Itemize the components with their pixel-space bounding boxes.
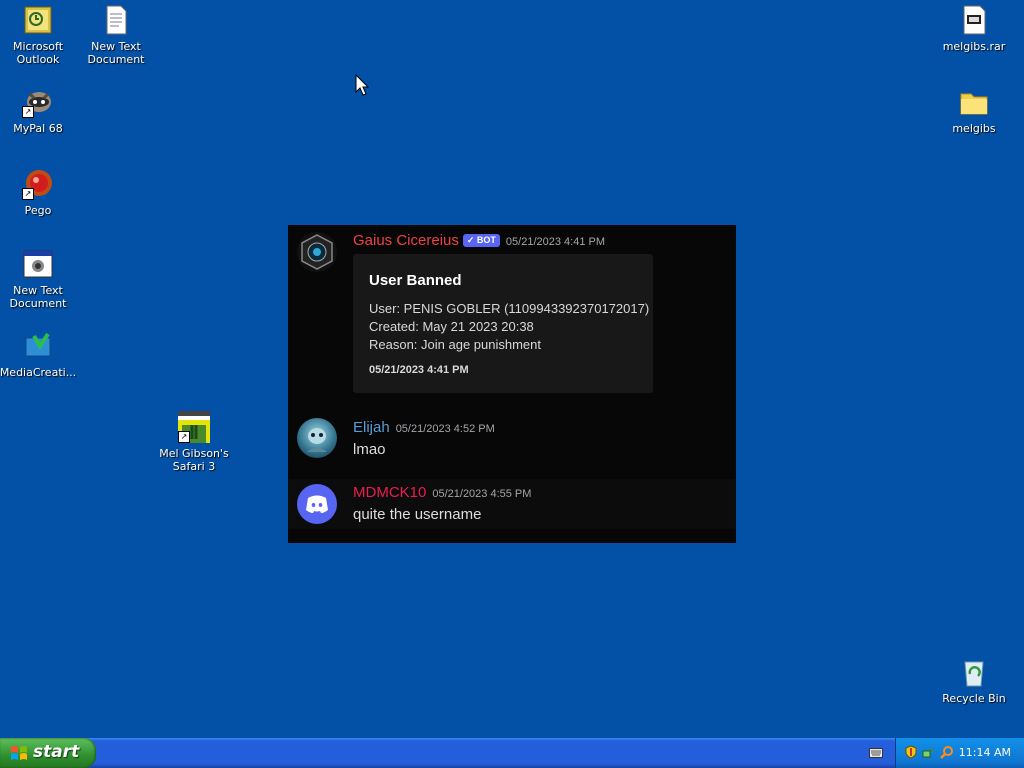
message-header: MDMCK10 05/21/2023 4:55 PM [353,484,531,502]
desktop-icon-recycle-bin[interactable]: Recycle Bin [934,656,1014,705]
mypal-browser-icon: ↗ [22,86,54,118]
desktop-icon-media-creation[interactable]: MediaCreati... [0,330,78,379]
desktop-icon-new-text-document[interactable]: New Text Document [76,4,156,66]
timestamp: 05/21/2023 4:52 PM [395,423,495,435]
desktop-icon-label: MyPal 68 [13,122,63,135]
chat-message: MDMCK10 05/21/2023 4:55 PM quite the user… [288,479,736,529]
system-tray: 11:14 AM [895,738,1024,768]
message-text: quite the username [353,506,482,523]
shortcut-arrow-icon: ↗ [22,188,34,200]
rar-archive-icon [958,4,990,36]
embed-reason-line: Reason: Join age punishment [369,337,542,352]
desktop-icon-pego[interactable]: ↗ Pego [0,168,78,217]
desktop-icon-label: Recycle Bin [942,692,1006,705]
keyboard-icon[interactable] [869,748,883,758]
desktop-icon-label: melgibs.rar [942,40,1006,53]
desktop-icon-label: Mel Gibson's Safari 3 [159,447,229,473]
clock[interactable]: 11:14 AM [959,746,1011,759]
username[interactable]: MDMCK10 [353,484,426,501]
security-shield-icon[interactable] [904,745,918,759]
desktop-icon-mypal[interactable]: ↗ MyPal 68 [0,86,78,135]
start-label: start [33,742,80,762]
chat-message: Elijah 05/21/2023 4:52 PM lmao [288,415,736,465]
recycle-bin-icon [958,656,990,688]
embed-card: User Banned User: PENIS GOBLER (11099433… [353,254,653,393]
desktop-icon-label: MediaCreati... [0,366,77,379]
network-icon[interactable] [922,745,936,759]
game-shortcut-icon: ↗ [178,411,210,443]
media-creation-tool-icon [22,330,54,362]
username[interactable]: Gaius Cicereius [353,232,459,249]
folder-icon [958,86,990,118]
character-avatar-icon [307,428,327,452]
embed-footer-timestamp: 05/21/2023 4:41 PM [369,364,469,376]
shortcut-arrow-icon: ↗ [178,431,190,443]
mouse-cursor-icon [355,74,369,96]
search-magnifier-icon[interactable] [940,745,954,759]
desktop-icon-melgibs-rar[interactable]: melgibs.rar [934,4,1014,53]
shortcut-arrow-icon: ↗ [22,106,34,118]
chat-message: Gaius Cicereius ✓ BOT 05/21/2023 4:41 PM U… [288,225,736,405]
desktop-icon-label: New Text Document [9,284,67,310]
windows-logo-icon [11,746,27,760]
program-window-icon [22,248,54,280]
bot-badge: ✓ BOT [462,234,500,247]
username[interactable]: Elijah [353,419,390,436]
avatar [297,484,337,524]
avatar [297,232,337,272]
embed-title: User Banned [369,272,462,289]
start-button[interactable]: start [0,738,96,768]
desktop-icon-new-text-document-2[interactable]: New Text Document [0,248,78,310]
discord-logo-icon [306,495,328,513]
desktop-icon-label: New Text Document [87,40,145,66]
desktop-icon-melgibs-folder[interactable]: melgibs [934,86,1014,135]
timestamp: 05/21/2023 4:55 PM [432,488,532,500]
message-text: lmao [353,441,386,458]
pego-icon: ↗ [22,168,54,200]
message-header: Elijah 05/21/2023 4:52 PM [353,419,495,437]
avatar [297,418,337,458]
desktop-icon-label: melgibs [952,122,996,135]
camera-lens-icon [301,234,333,270]
timestamp: 05/21/2023 4:41 PM [505,236,605,248]
desktop-icon-label: Microsoft Outlook [12,40,64,66]
text-document-icon [100,4,132,36]
embed-user-line: User: PENIS GOBLER (1109943392370172017) [369,301,650,316]
desktop-icon-outlook[interactable]: Microsoft Outlook [0,4,78,66]
outlook-icon [22,4,54,36]
desktop-icon-label: Pego [24,204,52,217]
desktop-icon-mel-gibsons-safari[interactable]: ↗ Mel Gibson's Safari 3 [154,411,234,473]
discord-chat-screenshot: Gaius Cicereius ✓ BOT 05/21/2023 4:41 PM U… [288,225,736,543]
message-header: Gaius Cicereius ✓ BOT 05/21/2023 4:41 PM [353,232,605,250]
embed-created-line: Created: May 21 2023 20:38 [369,319,534,334]
